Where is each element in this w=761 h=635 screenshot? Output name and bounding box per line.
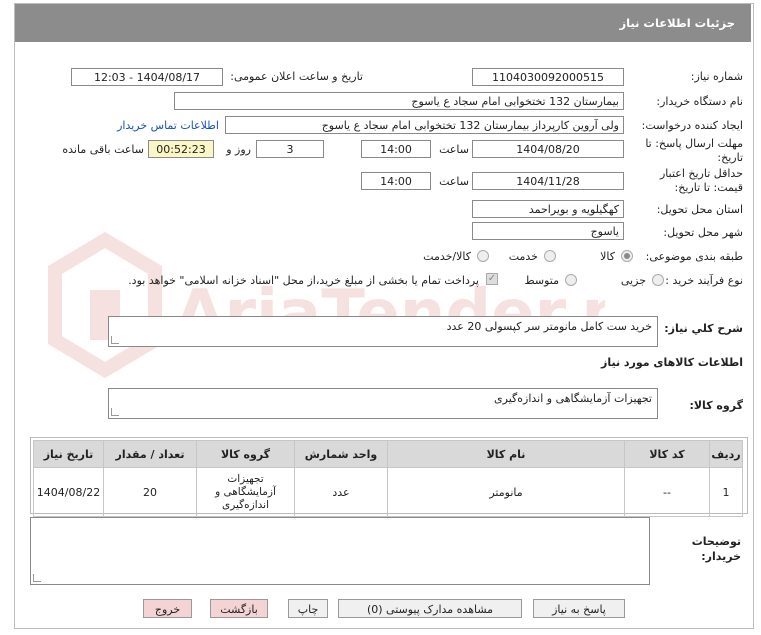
cell-unit: عدد	[294, 467, 388, 517]
table-header-row: ردیف کد کالا نام کالا واحد شمارش گروه کا…	[33, 440, 743, 468]
description-textarea[interactable]: خرید ست کامل مانومتر سر کپسولی 20 عدد	[108, 316, 658, 347]
category-option-goods-service: کالا/خدمت	[423, 250, 471, 263]
buyer-notes-label: توضیحات	[691, 535, 741, 548]
category-option-service: خدمت	[508, 250, 538, 263]
col-name: نام کالا	[387, 440, 625, 468]
resize-grip-icon	[33, 574, 41, 582]
purchase-radio-minor[interactable]	[652, 274, 664, 286]
province-label: استان محل تحویل:	[656, 203, 743, 216]
goods-group-textarea[interactable]: تجهیزات آزمایشگاهی و اندازه‌گیری	[108, 388, 658, 419]
col-unit: واحد شمارش	[294, 440, 388, 468]
cell-need-date: 1404/08/22	[33, 467, 104, 517]
remaining-label: ساعت باقی مانده	[62, 143, 144, 156]
category-radio-service[interactable]	[544, 250, 556, 262]
view-documents-button[interactable]: مشاهده مدارک پیوستی (0)	[338, 599, 522, 618]
purchase-type-label: نوع فرآیند خرید :	[665, 274, 743, 287]
category-label: طبقه بندی موضوعی:	[645, 250, 743, 263]
announce-label: تاریخ و ساعت اعلان عمومی:	[230, 70, 363, 83]
announce-field: 1404/08/17 - 12:03	[71, 68, 223, 86]
validity-label: حداقل تاریخ اعتبار	[659, 167, 743, 180]
cell-row: 1	[709, 467, 743, 517]
category-radio-goods-service[interactable]	[477, 250, 489, 262]
treasury-checkbox[interactable]: ✓	[486, 273, 498, 285]
cell-name: مانومتر	[387, 467, 625, 517]
cell-quantity: 20	[103, 467, 197, 517]
goods-group-text: تجهیزات آزمایشگاهی و اندازه‌گیری	[494, 392, 652, 405]
validity-label-2: قیمت: تا تاریخ:	[674, 181, 743, 194]
buyer-notes-textarea[interactable]	[30, 517, 650, 585]
validity-date-field: 1404/11/28	[472, 172, 624, 190]
payment-note: پرداخت تمام یا بخشی از مبلغ خرید،از محل …	[128, 274, 479, 287]
city-field: یاسوج	[472, 222, 624, 240]
buyer-org-field: بیمارستان 132 تختخوابی امام سجاد ع یاسوج	[174, 92, 624, 110]
contact-buyer-link[interactable]: اطلاعات تماس خریدار	[117, 119, 219, 132]
back-button[interactable]: بازگشت	[210, 599, 268, 618]
city-label: شهر محل تحویل:	[663, 226, 743, 239]
col-need-date: تاریخ نیاز	[33, 440, 104, 468]
days-field: 3	[256, 140, 324, 158]
print-button[interactable]: چاپ	[288, 599, 328, 618]
deadline-time-label: ساعت	[439, 143, 469, 156]
goods-group-label: گروه کالا:	[689, 399, 743, 412]
remaining-time-field: 00:52:23	[148, 140, 214, 158]
resize-grip-icon	[111, 336, 119, 344]
items-table: ردیف کد کالا نام کالا واحد شمارش گروه کا…	[33, 440, 743, 517]
buyer-notes-label-2: خریدار:	[701, 550, 741, 563]
need-number-field: 1104030092000515	[472, 68, 624, 86]
validity-time-field: 14:00	[361, 172, 431, 190]
need-number-label: شماره نیاز:	[690, 70, 743, 83]
exit-button[interactable]: خروج	[143, 599, 192, 618]
table-row[interactable]: 1 -- مانومتر عدد تجهیزات آزمایشگاهی و ان…	[33, 467, 743, 517]
category-radio-goods[interactable]	[621, 250, 633, 262]
deadline-label: مهلت ارسال پاسخ: تا	[645, 137, 743, 150]
page-header: جزئیات اطلاعات نیاز	[15, 4, 751, 42]
validity-time-label: ساعت	[439, 175, 469, 188]
description-text: خرید ست کامل مانومتر سر کپسولی 20 عدد	[446, 320, 652, 333]
category-option-goods: کالا	[600, 250, 615, 263]
creator-label: ایجاد کننده درخواست:	[641, 119, 743, 132]
cell-code: --	[624, 467, 710, 517]
deadline-time-field: 14:00	[361, 140, 431, 158]
description-label: شرح کلي نیاز:	[664, 322, 743, 335]
deadline-date-field: 1404/08/20	[472, 140, 624, 158]
col-group: گروه کالا	[196, 440, 295, 468]
page-title: جزئیات اطلاعات نیاز	[619, 16, 735, 30]
creator-field: ولی آروین کارپرداز بیمارستان 132 تختخواب…	[225, 116, 624, 134]
reply-button[interactable]: پاسخ به نیاز	[533, 599, 625, 618]
purchase-radio-medium[interactable]	[565, 274, 577, 286]
province-field: کهگیلویه و بویراحمد	[472, 200, 624, 218]
purchase-option-medium: متوسط	[524, 274, 559, 287]
days-label: روز و	[226, 143, 251, 156]
deadline-label-2: تاریخ:	[717, 151, 743, 164]
buyer-org-label: نام دستگاه خریدار:	[656, 95, 743, 108]
col-row: ردیف	[709, 440, 743, 468]
cell-group: تجهیزات آزمایشگاهی و اندازه‌گیری	[196, 467, 295, 517]
col-quantity: تعداد / مقدار	[103, 440, 197, 468]
col-code: کد کالا	[624, 440, 710, 468]
resize-grip-icon	[111, 408, 119, 416]
goods-info-title: اطلاعات کالاهای مورد نیاز	[601, 356, 743, 369]
purchase-option-minor: جزیی	[620, 274, 646, 287]
